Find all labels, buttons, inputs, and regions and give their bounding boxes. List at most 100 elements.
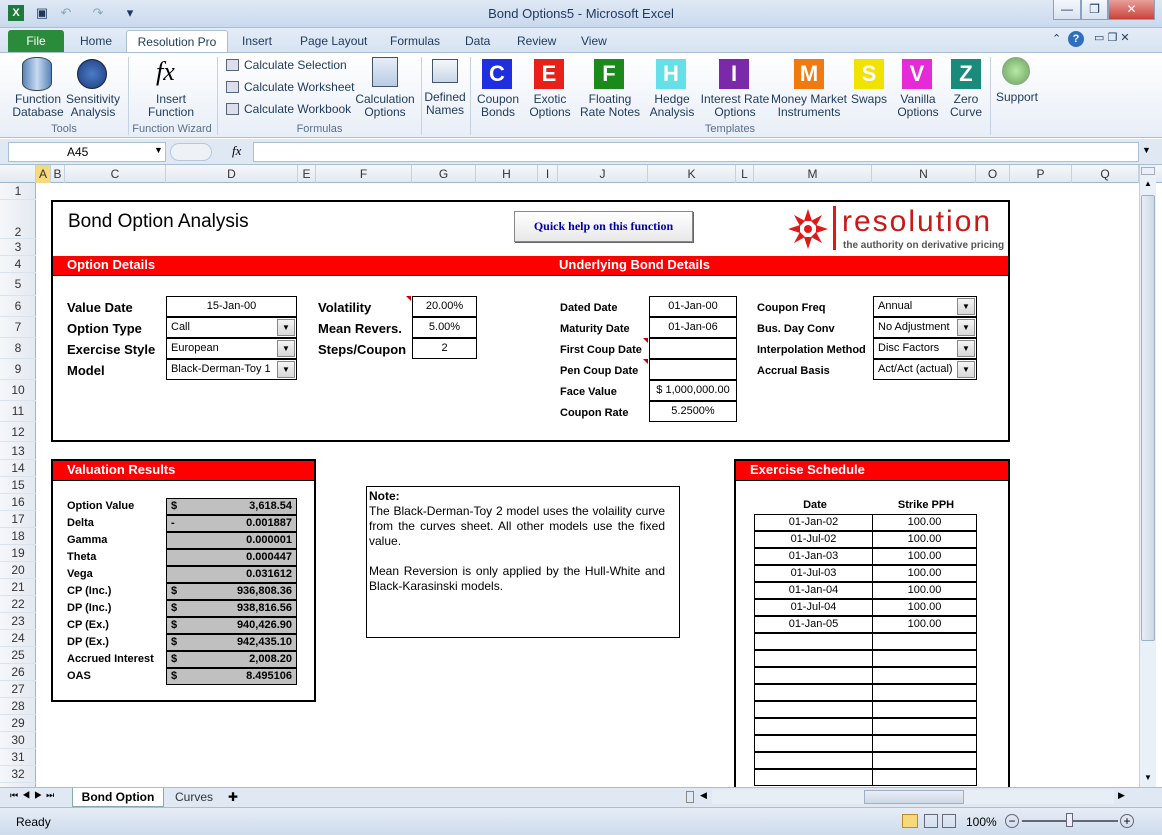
accrual-select[interactable]: Act/Act (actual) ▼: [873, 359, 977, 380]
tab-data[interactable]: Data: [461, 30, 494, 52]
pen-coup-field[interactable]: [649, 359, 737, 380]
zoom-out-icon[interactable]: −: [1005, 814, 1019, 828]
column-header[interactable]: P: [1010, 165, 1072, 183]
volatility-field[interactable]: 20.00%: [412, 296, 477, 317]
chevron-down-icon[interactable]: ▼: [957, 319, 975, 336]
normal-view-icon[interactable]: [902, 814, 918, 828]
row-header[interactable]: 24: [0, 630, 36, 647]
row-header[interactable]: 29: [0, 715, 36, 732]
defined-names-button[interactable]: Defined Names: [422, 91, 468, 117]
row-header[interactable]: 3: [0, 239, 36, 256]
exercise-strike-cell[interactable]: [872, 752, 977, 769]
ribbon-minimize-icon[interactable]: ⌃: [1052, 32, 1061, 45]
column-header[interactable]: C: [65, 165, 166, 183]
support-icon[interactable]: [1002, 57, 1030, 85]
calc-workbook-button[interactable]: Calculate Workbook: [244, 103, 351, 116]
chevron-down-icon[interactable]: ▼: [957, 340, 975, 357]
exotic-options-button[interactable]: Exotic Options: [522, 93, 578, 119]
row-header[interactable]: 10: [0, 380, 36, 401]
option-type-select[interactable]: Call ▼: [166, 317, 297, 338]
sheet-tab-curves[interactable]: Curves: [166, 788, 222, 807]
exercise-strike-cell[interactable]: [872, 718, 977, 735]
row-header[interactable]: 8: [0, 338, 36, 359]
valuation-value-cell[interactable]: 0.000447: [166, 549, 297, 566]
vertical-scrollbar[interactable]: ▲ ▼: [1139, 165, 1156, 787]
help-icon[interactable]: ?: [1068, 31, 1084, 47]
tab-formulas[interactable]: Formulas: [386, 30, 444, 52]
column-header[interactable]: H: [476, 165, 538, 183]
exercise-date-cell[interactable]: 01-Jul-03: [754, 565, 873, 582]
exercise-strike-cell[interactable]: 100.00: [872, 582, 977, 599]
exercise-date-cell[interactable]: [754, 735, 873, 752]
dated-date-field[interactable]: 01-Jan-00: [649, 296, 737, 317]
exercise-date-cell[interactable]: [754, 701, 873, 718]
exercise-date-cell[interactable]: [754, 752, 873, 769]
column-header[interactable]: G: [412, 165, 476, 183]
valuation-value-cell[interactable]: $938,816.56: [166, 600, 297, 617]
row-header[interactable]: 30: [0, 732, 36, 749]
row-header[interactable]: 25: [0, 647, 36, 664]
defined-names-icon[interactable]: [432, 59, 458, 83]
scroll-down-icon[interactable]: ▼: [1141, 771, 1155, 785]
row-header[interactable]: 2: [0, 200, 36, 239]
sensitivity-analysis-button[interactable]: Sensitivity Analysis: [64, 93, 122, 119]
exercise-date-cell[interactable]: [754, 718, 873, 735]
row-header[interactable]: 26: [0, 664, 36, 681]
chevron-down-icon[interactable]: ▼: [154, 145, 163, 155]
row-header[interactable]: 28: [0, 698, 36, 715]
quick-help-button[interactable]: Quick help on this function: [514, 211, 693, 242]
exercise-date-cell[interactable]: 01-Jan-02: [754, 514, 873, 531]
coupon-bonds-icon[interactable]: C: [482, 59, 512, 89]
vanilla-options-button[interactable]: Vanilla Options: [892, 93, 944, 119]
money-market-icon[interactable]: M: [794, 59, 824, 89]
hedge-analysis-icon[interactable]: H: [656, 59, 686, 89]
maximize-button[interactable]: ❐: [1081, 0, 1108, 20]
row-header[interactable]: 7: [0, 317, 36, 338]
row-header[interactable]: 13: [0, 442, 36, 460]
column-header[interactable]: N: [872, 165, 976, 183]
valuation-value-cell[interactable]: $2,008.20: [166, 651, 297, 668]
calc-selection-button[interactable]: Calculate Selection: [244, 59, 347, 72]
exercise-date-cell[interactable]: [754, 684, 873, 701]
first-coup-field[interactable]: [649, 338, 737, 359]
exercise-date-cell[interactable]: [754, 769, 873, 786]
chevron-down-icon[interactable]: ▼: [277, 361, 295, 378]
exercise-strike-cell[interactable]: 100.00: [872, 514, 977, 531]
tab-file[interactable]: File: [8, 30, 64, 52]
insert-sheet-icon[interactable]: ✚: [228, 790, 238, 804]
zoom-slider-thumb[interactable]: [1066, 813, 1073, 827]
tab-resolution-pro[interactable]: Resolution Pro: [126, 30, 228, 52]
formula-input[interactable]: [253, 142, 1139, 162]
coupon-bonds-button[interactable]: Coupon Bonds: [472, 93, 524, 119]
row-header[interactable]: 31: [0, 749, 36, 766]
calc-worksheet-button[interactable]: Calculate Worksheet: [244, 81, 355, 94]
formula-cancel-enter[interactable]: [170, 143, 212, 161]
column-header[interactable]: E: [298, 165, 316, 183]
hedge-analysis-button[interactable]: Hedge Analysis: [644, 93, 700, 119]
row-header[interactable]: 18: [0, 528, 36, 545]
exercise-strike-cell[interactable]: 100.00: [872, 599, 977, 616]
tab-view[interactable]: View: [577, 30, 611, 52]
coupon-freq-select[interactable]: Annual ▼: [873, 296, 977, 317]
row-header[interactable]: 19: [0, 545, 36, 562]
select-all-corner[interactable]: [0, 165, 36, 183]
steps-coupon-field[interactable]: 2: [412, 338, 477, 359]
valuation-value-cell[interactable]: 0.031612: [166, 566, 297, 583]
column-header[interactable]: O: [976, 165, 1010, 183]
exercise-strike-cell[interactable]: [872, 633, 977, 650]
zoom-in-icon[interactable]: +: [1120, 814, 1134, 828]
row-header[interactable]: 23: [0, 613, 36, 630]
column-header[interactable]: D: [166, 165, 298, 183]
column-header[interactable]: I: [538, 165, 558, 183]
vanilla-options-icon[interactable]: V: [902, 59, 932, 89]
floating-rate-notes-icon[interactable]: F: [594, 59, 624, 89]
valuation-value-cell[interactable]: $3,618.54: [166, 498, 297, 515]
model-select[interactable]: Black-Derman-Toy 1 ▼: [166, 359, 297, 380]
face-value-field[interactable]: $ 1,000,000.00: [649, 380, 737, 401]
exercise-strike-cell[interactable]: [872, 650, 977, 667]
page-layout-icon[interactable]: [924, 814, 938, 828]
scroll-right-icon[interactable]: ▶: [1118, 790, 1125, 801]
row-header[interactable]: 32: [0, 766, 36, 783]
database-icon[interactable]: [22, 57, 52, 91]
name-box[interactable]: A45: [8, 142, 166, 162]
